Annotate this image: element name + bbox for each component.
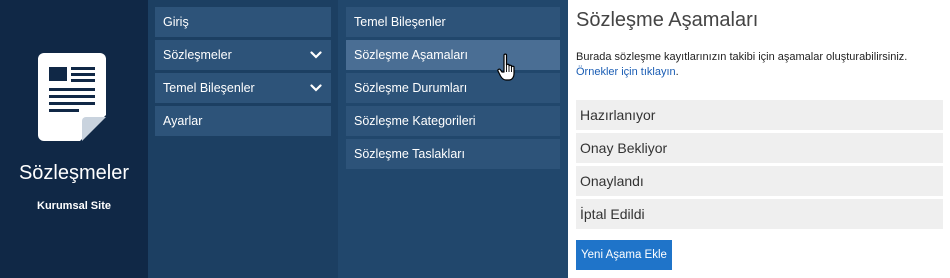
primary-menu: Giriş Sözleşmeler Temel Bileşenler Ayarl… bbox=[148, 0, 338, 278]
hand-pointer-icon bbox=[497, 53, 515, 81]
submenu-item-sozlesme-kategorileri[interactable]: Sözleşme Kategorileri bbox=[346, 106, 560, 136]
stage-list: Hazırlanıyor Onay Bekliyor Onaylandı İpt… bbox=[576, 100, 943, 232]
brand-panel: Sözleşmeler Kurumsal Site bbox=[0, 0, 148, 278]
page-description: Burada sözleşme kayıtlarınızın takibi iç… bbox=[576, 50, 946, 80]
examples-suffix: . bbox=[675, 66, 679, 78]
list-item[interactable]: Onaylandı bbox=[576, 166, 943, 196]
submenu-item-label: Sözleşme Kategorileri bbox=[354, 114, 476, 128]
submenu-item-sozlesme-taslaklari[interactable]: Sözleşme Taslakları bbox=[346, 139, 560, 169]
submenu-item-label: Sözleşme Durumları bbox=[354, 81, 468, 95]
list-item[interactable]: Hazırlanıyor bbox=[576, 100, 943, 130]
secondary-menu: Temel Bileşenler Sözleşme Aşamaları Sözl… bbox=[338, 0, 568, 278]
submenu-item-sozlesme-asamalari[interactable]: Sözleşme Aşamaları bbox=[346, 40, 560, 70]
menu-item-label: Ayarlar bbox=[163, 114, 203, 128]
submenu-item-temel-bilesenler[interactable]: Temel Bileşenler bbox=[346, 7, 560, 37]
menu-item-label: Sözleşmeler bbox=[163, 48, 232, 62]
submenu-item-sozlesme-durumlari[interactable]: Sözleşme Durumları bbox=[346, 73, 560, 103]
chevron-down-icon bbox=[310, 51, 322, 59]
content-panel: Sözleşme Aşamaları Burada sözleşme kayıt… bbox=[568, 0, 950, 278]
menu-item-giris[interactable]: Giriş bbox=[155, 7, 331, 37]
chevron-down-icon bbox=[310, 84, 322, 92]
examples-link[interactable]: Örnekler için tıklayın bbox=[576, 66, 676, 78]
document-icon bbox=[38, 53, 106, 141]
submenu-item-label: Temel Bileşenler bbox=[354, 15, 446, 29]
list-item[interactable]: İptal Edildi bbox=[576, 199, 943, 229]
brand-title: Sözleşmeler bbox=[18, 162, 130, 184]
list-item[interactable]: Onay Bekliyor bbox=[576, 133, 943, 163]
menu-item-ayarlar[interactable]: Ayarlar bbox=[155, 106, 331, 136]
menu-item-sozlesmeler[interactable]: Sözleşmeler bbox=[155, 40, 331, 70]
menu-item-temel-bilesenler[interactable]: Temel Bileşenler bbox=[155, 73, 331, 103]
page-title: Sözleşme Aşamaları bbox=[576, 9, 759, 31]
brand-subtitle: Kurumsal Site bbox=[37, 200, 111, 212]
description-text: Burada sözleşme kayıtlarınızın takibi iç… bbox=[576, 51, 908, 63]
menu-item-label: Giriş bbox=[163, 15, 189, 29]
menu-item-label: Temel Bileşenler bbox=[163, 81, 255, 95]
submenu-item-label: Sözleşme Aşamaları bbox=[354, 48, 468, 62]
add-stage-button[interactable]: Yeni Aşama Ekle bbox=[576, 240, 672, 270]
submenu-item-label: Sözleşme Taslakları bbox=[354, 147, 465, 161]
